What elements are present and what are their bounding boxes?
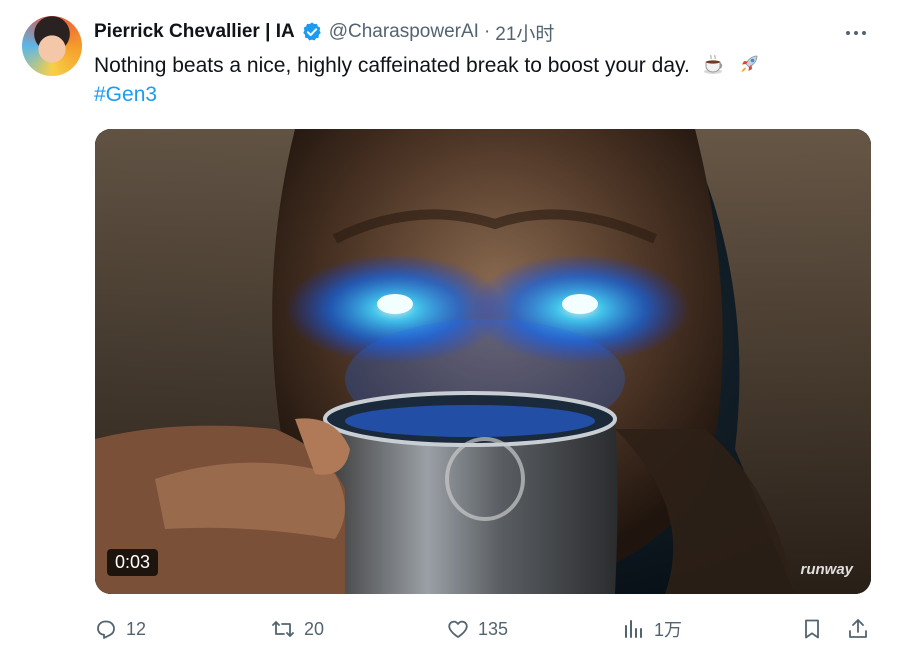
retweet-count: 20: [304, 618, 325, 639]
heart-icon: [448, 620, 468, 638]
action-bar: 12 20 135 1万: [94, 614, 876, 644]
separator-dot: ·: [483, 21, 491, 42]
like-count: 135: [478, 618, 509, 639]
views-count: 1万: [654, 620, 683, 640]
like-button[interactable]: 135: [446, 614, 508, 644]
verified-badge-icon: [301, 21, 323, 43]
author-name[interactable]: Pierrick Chevallier | IA: [94, 21, 295, 43]
reply-icon: [97, 620, 115, 639]
retweet-icon: [272, 621, 294, 637]
author-handle[interactable]: @CharaspowerAI: [329, 21, 479, 43]
analytics-icon: [625, 620, 642, 638]
video-frame: [95, 129, 871, 594]
reply-count: 12: [126, 618, 147, 639]
hashtag-link[interactable]: #Gen3: [94, 83, 157, 107]
coffee-cup-icon: [702, 52, 726, 84]
reply-button[interactable]: 12: [94, 614, 146, 644]
tweet-header: Pierrick Chevallier | IA @CharaspowerAI …: [94, 18, 554, 46]
tweet-text: Nothing beats a nice, highly caffeinated…: [94, 52, 761, 84]
rocket-icon: [737, 52, 761, 84]
retweet-button[interactable]: 20: [270, 614, 324, 644]
share-icon: [849, 619, 867, 638]
watermark-logo: runway: [800, 561, 853, 578]
tweet-card: Pierrick Chevallier | IA @CharaspowerAI …: [0, 0, 900, 660]
bookmark-button[interactable]: [800, 614, 832, 644]
avatar[interactable]: [22, 16, 82, 76]
bookmark-icon: [805, 619, 819, 639]
views-button[interactable]: 1万: [622, 614, 682, 644]
more-options-icon[interactable]: [842, 24, 870, 42]
tweet-text-body: Nothing beats a nice, highly caffeinated…: [94, 54, 690, 77]
tweet-timestamp[interactable]: 21小时: [495, 19, 554, 46]
share-button[interactable]: [846, 614, 878, 644]
video-duration: 0:03: [107, 549, 159, 576]
video-player[interactable]: 0:03 runway: [95, 129, 871, 594]
